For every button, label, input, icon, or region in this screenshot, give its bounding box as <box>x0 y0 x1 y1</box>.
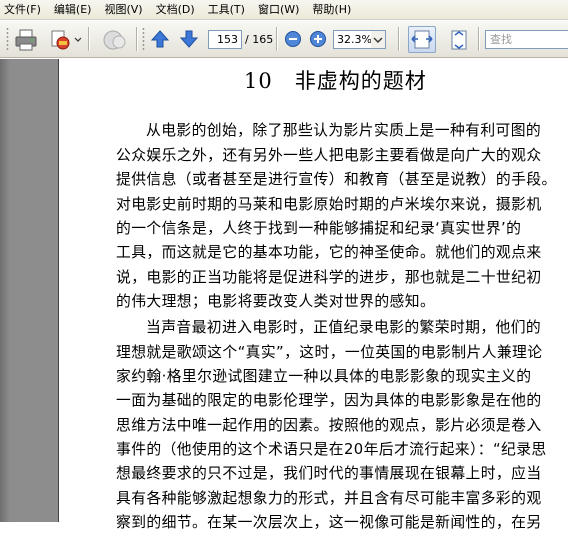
text-line: 察到的细节。在某一次层次上，这一视像可能是新闻性的，在另 <box>116 514 542 531</box>
toolbar-separator <box>478 27 480 51</box>
menu-bar: 文件(F) 编辑(E) 视图(V) 文档(D) 工具(T) 窗口(W) 帮助(H… <box>0 0 568 20</box>
chevron-down-icon[interactable] <box>371 31 385 48</box>
toolbar-separator <box>136 27 138 51</box>
menu-file[interactable]: 文件(F) <box>0 0 48 20</box>
text-line: 思维方法中唯一起作用的因素。按照他的观点，影片必须是卷入 <box>116 417 542 434</box>
fit-width-icon <box>411 30 433 49</box>
menu-document[interactable]: 文档(D) <box>150 0 202 20</box>
next-page-icon[interactable] <box>178 28 200 50</box>
document-background-edge <box>0 59 10 522</box>
toolbar-separator <box>276 27 278 51</box>
zoom-in-icon[interactable] <box>309 30 327 48</box>
text-line: 提供信息（或者甚至是进行宣传）和教育（甚至是说教）的手段。 <box>116 171 557 188</box>
text-line: 理想就是歌颂这个“真实”，这时，一位英国的电影制片人兼理论 <box>116 344 543 361</box>
toolbar-grip[interactable] <box>142 27 145 51</box>
zoom-out-icon[interactable] <box>284 30 302 48</box>
menu-edit[interactable]: 编辑(E) <box>48 0 99 20</box>
toolbar-grip[interactable] <box>6 27 9 51</box>
page-number-input[interactable]: 153 <box>208 30 242 49</box>
chevron-down-icon[interactable] <box>74 37 82 43</box>
chapter-title: 10 非虚构的题材 <box>244 69 427 93</box>
previous-page-icon[interactable] <box>149 28 171 50</box>
menu-tools[interactable]: 工具(T) <box>202 0 252 20</box>
text-line: 当声音最初进入电影时，正值纪录电影的繁荣时期，他们的 <box>146 319 542 336</box>
text-line: 的一个信条是，人终于找到一种能够捕捉和纪录‘真实世界’的 <box>116 220 522 237</box>
text-line: 说，电影的正当功能将是促进科学的进步，那也就是二十世纪初 <box>116 269 542 286</box>
document-tool-icon[interactable] <box>47 27 73 53</box>
menu-view[interactable]: 视图(V) <box>98 0 149 20</box>
menu-window[interactable]: 窗口(W) <box>252 0 306 20</box>
review-icon[interactable] <box>100 27 130 53</box>
text-line: 家约翰·格里尔逊试图建立一种以具体的电影影象的现实主义的 <box>116 368 532 385</box>
toolbar-separator <box>398 27 400 51</box>
toolbar: 153 / 165 32.3% 查找 <box>0 21 568 58</box>
text-line: 对电影史前时期的马莱和电影原始时期的卢米埃尔来说，摄影机 <box>116 196 542 213</box>
text-line: 工具，而这就是它的基本功能，它的神圣使命。就他们的观点来 <box>116 244 542 261</box>
fit-page-icon[interactable] <box>446 27 472 53</box>
fit-width-button[interactable] <box>408 26 436 53</box>
search-input[interactable]: 查找 <box>485 30 568 49</box>
text-line: 想最终要求的只不过是，我们时代的事情展现在银幕上时，应当 <box>116 465 542 482</box>
print-icon[interactable] <box>13 27 39 53</box>
text-line: 一面为基础的限定的电影伦理学，因为具体的电影影象是在他的 <box>116 392 542 409</box>
text-line: 公众娱乐之外，还有另外一些人把电影主要看做是向广大的观众 <box>116 147 542 164</box>
toolbar-separator <box>88 27 90 51</box>
text-line: 事件的（他使用的这个术语只是在20年后才流行起来）：“纪录思 <box>116 441 547 458</box>
text-line: 从电影的创始，除了那些认为影片实质上是一种有利可图的 <box>146 122 542 139</box>
menu-help[interactable]: 帮助(H) <box>306 0 358 20</box>
text-line: 的伟大理想；电影将要改变人类对世界的感知。 <box>116 293 436 310</box>
page-total: / 165 <box>245 33 274 46</box>
text-line: 具有各种能够激起想象力的形式，并且含有尽可能丰富多彩的观 <box>116 490 542 507</box>
